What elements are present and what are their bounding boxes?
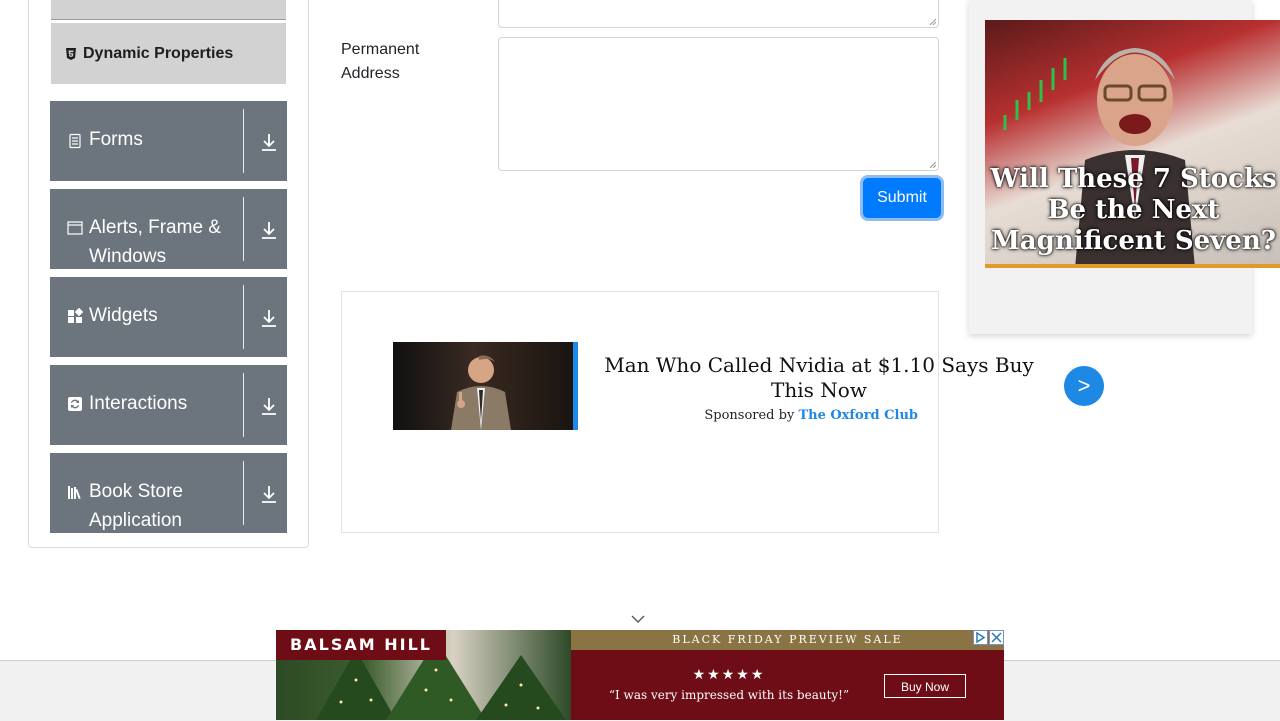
- side-ad-headline[interactable]: Will These 7 Stocks Be the Next Magnific…: [985, 164, 1280, 257]
- current-address-textarea[interactable]: [498, 0, 939, 28]
- sidebar-sub-item-previous[interactable]: [51, 0, 286, 20]
- download-icon[interactable]: [259, 483, 279, 505]
- ad-person-image: [451, 355, 511, 430]
- bottom-ad-banner[interactable]: BALSAM HILL BLACK FRIDAY PREVIEW SALE ★★…: [276, 630, 1004, 720]
- books-icon: [68, 486, 81, 500]
- form-doc-icon: [69, 133, 81, 149]
- ad-rating-stars: ★★★★★: [692, 666, 766, 682]
- ad-headline[interactable]: Man Who Called Nvidia at $1.10 Says Buy …: [598, 353, 1040, 403]
- sidebar-group-widgets[interactable]: Widgets: [50, 277, 287, 357]
- download-icon[interactable]: [259, 131, 279, 153]
- permanent-address-label: Permanent Address: [341, 41, 420, 82]
- ad-sponsor-line: Sponsored by The Oxford Club: [598, 408, 918, 423]
- ad-sponsor-link[interactable]: The Oxford Club: [798, 408, 918, 423]
- chevron-down-icon[interactable]: [630, 612, 646, 626]
- html5-shield-icon: [66, 47, 76, 60]
- divider: [243, 461, 244, 525]
- download-icon[interactable]: [259, 395, 279, 417]
- download-icon[interactable]: [259, 219, 279, 241]
- sidebar-group-book-store-application[interactable]: Book Store Application: [50, 453, 287, 533]
- resize-grip-icon[interactable]: [928, 17, 936, 25]
- ad-controls: [972, 630, 1004, 646]
- ad-sale-banner: BLACK FRIDAY PREVIEW SALE: [571, 630, 1004, 650]
- sidebar-item-label: Dynamic Properties: [83, 44, 234, 62]
- divider: [243, 373, 244, 437]
- ad-photo[interactable]: [393, 342, 578, 430]
- sidebar-group-forms[interactable]: Forms: [50, 101, 287, 181]
- sidebar-item-dynamic-properties[interactable]: Dynamic Properties: [51, 23, 286, 84]
- divider: [243, 285, 244, 349]
- ad-next-button[interactable]: >: [1064, 366, 1104, 406]
- ad-choices-icon[interactable]: [973, 630, 988, 645]
- sidebar-group-label: Widgets: [89, 305, 158, 326]
- sidebar-group-label: Forms: [89, 129, 143, 150]
- window-icon: [67, 221, 83, 235]
- ad-quote: “I was very impressed with its beauty!”: [608, 688, 850, 702]
- sidebar-group-label: Alerts, Frame & Windows: [89, 217, 221, 267]
- widgets-icon: [68, 308, 83, 323]
- ad-buy-now-button[interactable]: Buy Now: [884, 674, 966, 698]
- ad-brand-logo: BALSAM HILL: [276, 630, 446, 660]
- sidebar-group-alerts-frame-windows[interactable]: Alerts, Frame & Windows: [50, 189, 287, 269]
- sidebar-group-label: Interactions: [89, 393, 188, 414]
- ad-sponsor-prefix: Sponsored by: [704, 408, 795, 423]
- interactions-icon: [68, 397, 82, 411]
- permanent-address-textarea[interactable]: [498, 37, 939, 171]
- divider: [243, 109, 244, 173]
- download-icon[interactable]: [259, 307, 279, 329]
- ad-close-icon[interactable]: [989, 630, 1004, 645]
- submit-button[interactable]: Submit: [863, 178, 941, 218]
- sidebar-group-label: Book Store Application: [89, 481, 183, 531]
- resize-grip-icon[interactable]: [928, 160, 936, 168]
- sidebar-group-interactions[interactable]: Interactions: [50, 365, 287, 445]
- divider: [243, 197, 244, 261]
